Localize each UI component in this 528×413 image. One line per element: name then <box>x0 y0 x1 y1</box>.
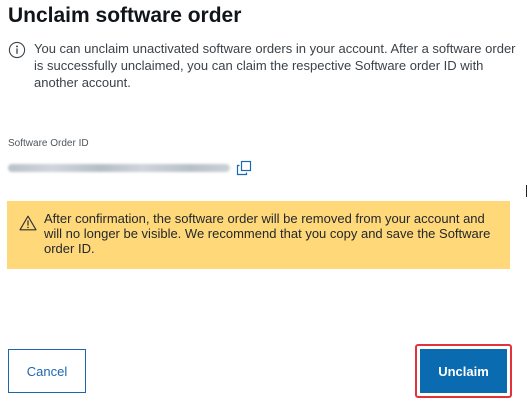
warning-text: After confirmation, the software order w… <box>44 211 491 256</box>
software-order-id-label: Software Order ID <box>8 138 89 149</box>
info-message: You can unclaim unactivated software ord… <box>8 40 516 91</box>
dialog-title: Unclaim software order <box>8 4 242 27</box>
cancel-button[interactable]: Cancel <box>8 349 86 393</box>
info-icon <box>8 41 26 59</box>
unclaim-dialog: Unclaim software order You can unclaim u… <box>0 0 528 413</box>
info-text: You can unclaim unactivated software ord… <box>34 41 516 90</box>
copy-icon[interactable] <box>236 160 252 176</box>
software-order-id-row <box>8 160 252 176</box>
text-cursor <box>526 185 527 197</box>
unclaim-button[interactable]: Unclaim <box>420 349 507 393</box>
warning-triangle-icon <box>19 215 37 231</box>
software-order-id-value-redacted <box>8 164 230 172</box>
warning-notice: After confirmation, the software order w… <box>7 201 510 269</box>
